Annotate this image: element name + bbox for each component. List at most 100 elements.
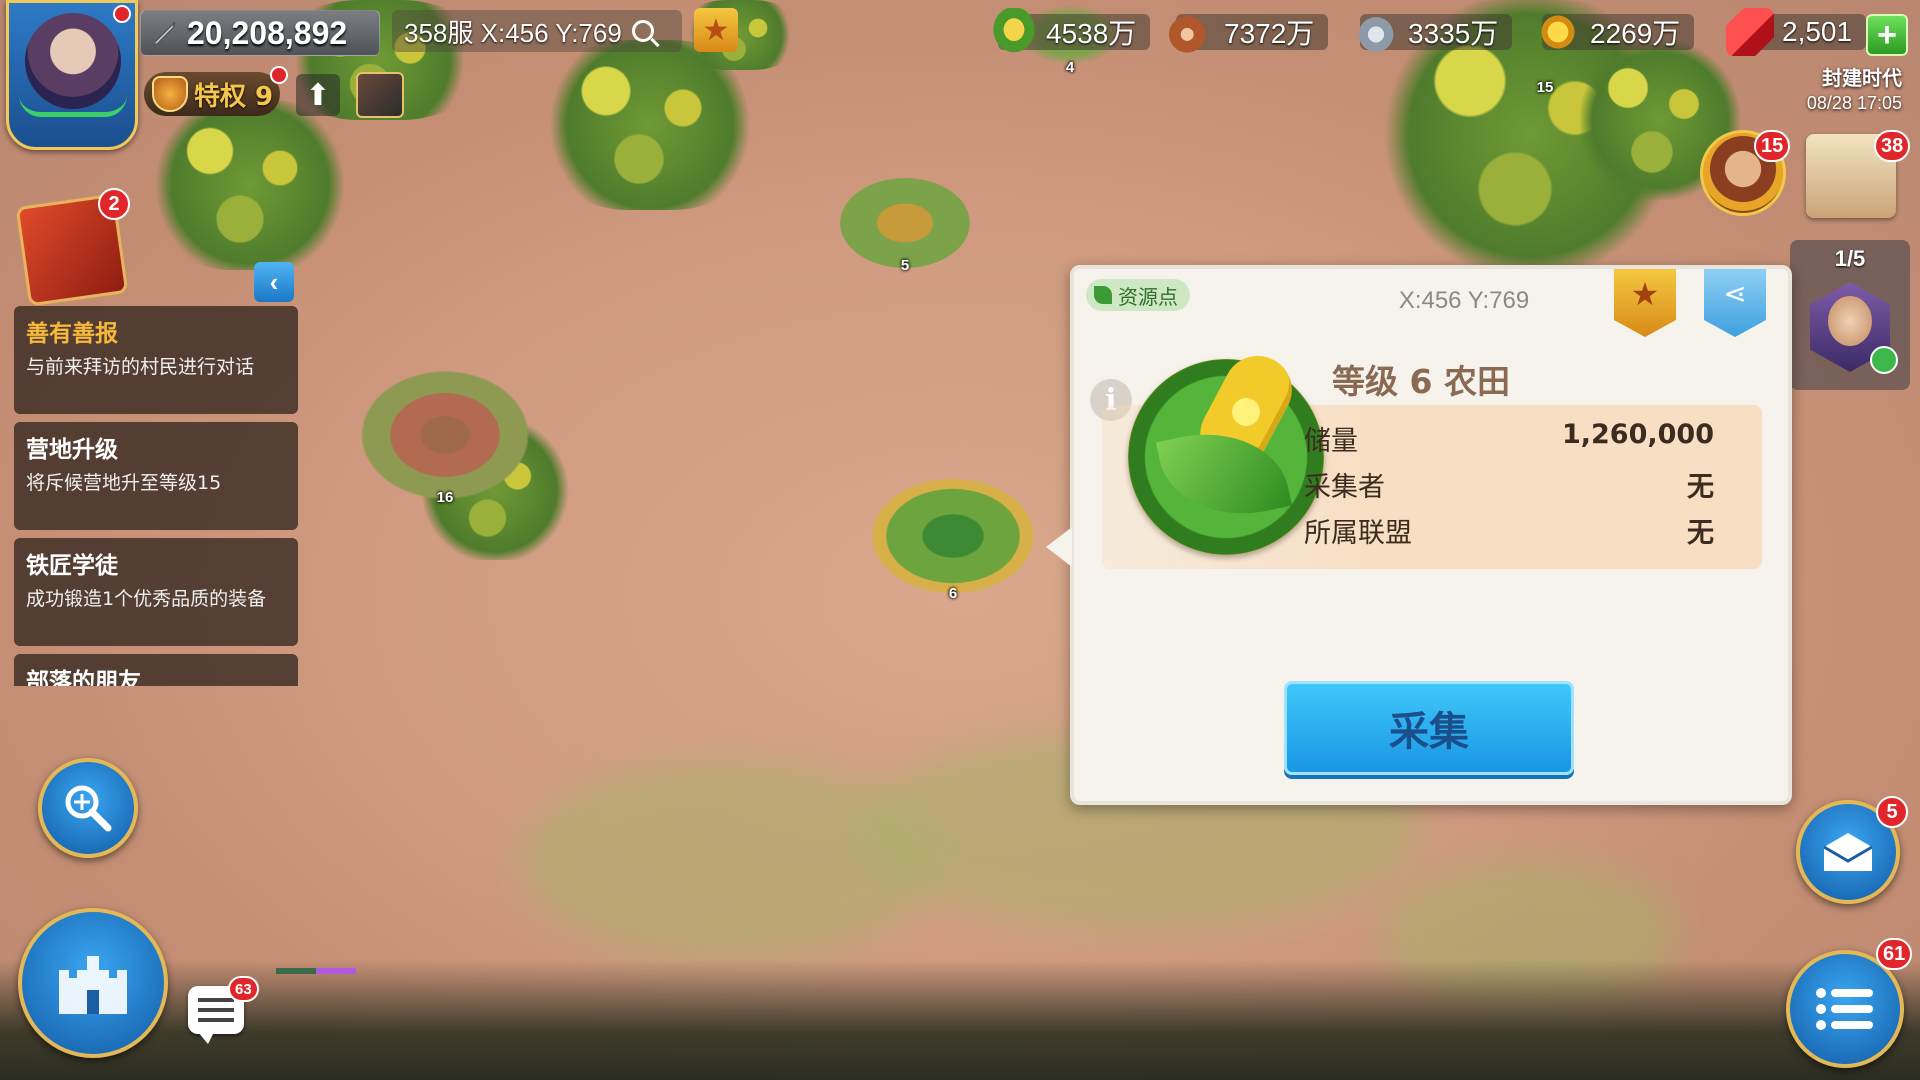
gold-icon	[1534, 8, 1582, 56]
tile-level: 4	[1065, 59, 1075, 76]
mail-badge: 5	[1876, 796, 1908, 828]
gem-icon	[1726, 8, 1774, 56]
bookmarks-button[interactable]: ★	[694, 8, 738, 52]
map-tile-barbarians[interactable]: 16	[360, 370, 530, 506]
resource-wood[interactable]: 7372万	[1168, 8, 1329, 56]
panel-coordinates: X:456 Y:769	[1398, 287, 1530, 314]
quest-title: 部落的朋友	[26, 669, 141, 686]
quest-item[interactable]: 善有善报 与前来拜访的村民进行对话	[14, 306, 298, 414]
quest-badge: 2	[98, 188, 130, 220]
quest-desc: 与前来拜访的村民进行对话	[26, 356, 255, 378]
bookmark-button[interactable]: ★	[1614, 269, 1676, 337]
corn-icon	[1128, 359, 1324, 555]
stat-value: 1,260,000	[1561, 419, 1714, 450]
stat-row-reserve: 储量 1,260,000	[1304, 419, 1714, 458]
chevron-left-icon: ‹	[269, 266, 279, 297]
quest-title: 善有善报	[26, 321, 118, 347]
location-search[interactable]: 358服 X:456 Y:769	[392, 10, 682, 52]
jungle	[150, 100, 350, 270]
share-icon: ⋖	[1723, 277, 1747, 310]
castle-icon	[59, 956, 127, 1014]
sword-icon	[151, 21, 176, 45]
vip-shield-icon	[152, 76, 188, 112]
bottom-bar-shadow	[0, 960, 1920, 1080]
era-info: 封建时代 08/28 17:05	[1807, 62, 1902, 114]
era-name: 封建时代	[1822, 66, 1902, 90]
resource-gold[interactable]: 2269万	[1534, 8, 1695, 56]
map-tile-village[interactable]: 5	[840, 178, 970, 274]
collapse-quests-button[interactable]: ‹	[254, 262, 294, 302]
wood-value: 7372万	[1224, 18, 1315, 49]
march-icon	[1870, 346, 1898, 374]
quest-title: 铁匠学徒	[26, 553, 118, 579]
tile-level: 6	[948, 585, 958, 602]
magnifier-icon	[65, 785, 112, 832]
tile-level: 16	[436, 489, 454, 506]
gather-button[interactable]: 采集	[1284, 681, 1574, 775]
stat-label: 储量	[1304, 426, 1358, 457]
map-tile-farm[interactable]: 6	[868, 476, 1038, 602]
chat-preview-bar	[276, 968, 356, 974]
return-to-city-button[interactable]	[18, 908, 168, 1058]
notification-dot	[270, 66, 288, 84]
quest-desc: 将斥候营地升至等级15	[26, 472, 222, 494]
gold-value: 2269万	[1590, 18, 1681, 49]
share-button[interactable]: ⋖	[1704, 269, 1766, 337]
power-display[interactable]: 20,208,892	[140, 10, 380, 56]
plus-icon: +	[1877, 15, 1897, 54]
resource-point-tag: 资源点	[1086, 279, 1190, 311]
resource-title: 等级 6 农田	[1332, 362, 1510, 401]
star-icon: ★	[1630, 275, 1660, 313]
resource-stone[interactable]: 3335万	[1352, 8, 1513, 56]
stat-label: 采集者	[1304, 472, 1385, 503]
location-text: 358服 X:456 Y:769	[404, 17, 622, 48]
stat-row-gatherer: 采集者 无	[1304, 465, 1714, 504]
arrow-up-icon: ⬆	[305, 77, 331, 113]
stat-row-alliance: 所属联盟 无	[1304, 511, 1714, 550]
vip-label: 特权 9	[194, 81, 274, 112]
player-avatar[interactable]	[6, 0, 138, 150]
star-icon: ★	[702, 12, 730, 48]
wood-icon	[1168, 8, 1216, 56]
leaf-icon	[1094, 286, 1112, 304]
stat-value: 无	[1687, 518, 1714, 549]
avatar-stamina-ring	[19, 95, 127, 117]
power-value: 20,208,892	[187, 14, 348, 51]
gem-value: 2,501	[1782, 16, 1853, 47]
quest-desc: 成功锻造1个优秀品质的装备	[26, 588, 267, 610]
scroll-badge: 38	[1874, 130, 1911, 162]
menu-badge: 61	[1876, 938, 1913, 970]
stat-value: 无	[1687, 472, 1714, 503]
tag-label: 资源点	[1118, 284, 1178, 309]
stat-label: 所属联盟	[1304, 518, 1412, 549]
resource-food[interactable]: 4538万	[990, 8, 1151, 56]
hero-queue-count: 1/5	[1834, 246, 1866, 271]
notification-dot	[113, 5, 131, 23]
commander-badge: 15	[1754, 130, 1791, 162]
zoom-search-button[interactable]	[38, 758, 138, 858]
resource-gems[interactable]: 2,501	[1726, 8, 1867, 56]
quest-item[interactable]: 铁匠学徒 成功锻造1个优秀品质的装备	[14, 538, 298, 646]
quest-title: 营地升级	[26, 437, 118, 463]
food-icon	[990, 8, 1038, 56]
quest-item[interactable]: 营地升级 将斥候营地升至等级15	[14, 422, 298, 530]
list-icon	[1816, 988, 1873, 1030]
hero-queue-panel[interactable]: 1/5	[1790, 240, 1910, 390]
upgrade-button[interactable]: ⬆	[296, 74, 340, 116]
quest-item[interactable]: 部落的朋友	[14, 654, 298, 686]
mail-icon	[1823, 833, 1873, 871]
stone-value: 3335万	[1408, 18, 1499, 49]
game-datetime: 08/28 17:05	[1806, 93, 1902, 113]
stone-icon	[1352, 8, 1400, 56]
buy-gems-button[interactable]: +	[1866, 14, 1908, 56]
chat-badge: 63	[228, 976, 259, 1002]
panel-pointer	[1046, 527, 1072, 567]
tile-level: 5	[900, 257, 910, 274]
vip-badge[interactable]: 特权 9	[144, 66, 288, 116]
tile-level: 15	[1536, 79, 1554, 96]
food-value: 4538万	[1046, 18, 1137, 49]
event-chest-button[interactable]	[356, 72, 404, 118]
resource-detail-panel: 资源点 X:456 Y:769 ★ ⋖ i 等级 6 农田 储量 1,260,0…	[1046, 265, 1792, 805]
search-icon[interactable]	[631, 20, 654, 42]
quest-list: 善有善报 与前来拜访的村民进行对话 营地升级 将斥候营地升至等级15 铁匠学徒 …	[14, 306, 298, 686]
